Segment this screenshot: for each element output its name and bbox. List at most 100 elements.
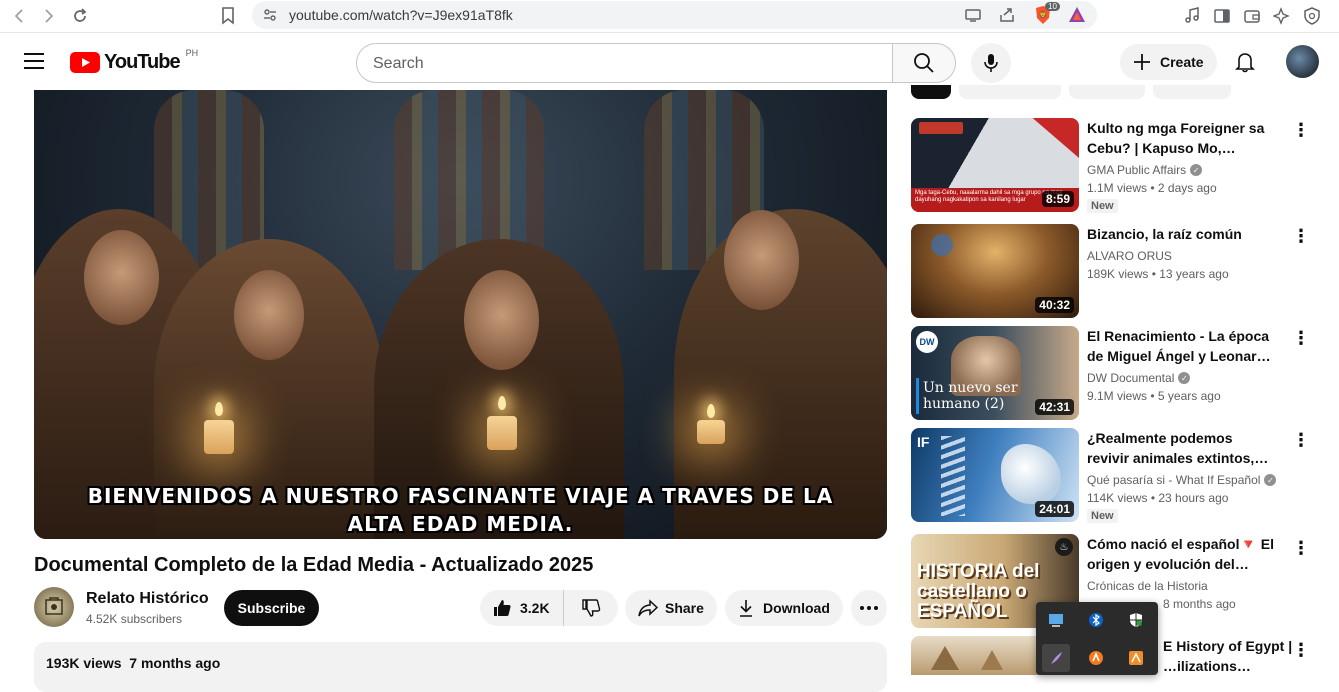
video-thumbnail[interactable]: 40:32 [911, 224, 1079, 318]
video-thumbnail[interactable]: Mga taga-Cebu, naaalarma dahil sa mga gr… [911, 118, 1079, 212]
recommended-video[interactable]: 40:32 Bizancio, la raíz común ALVARO ORU… [911, 224, 1331, 318]
menu-icon[interactable] [22, 51, 46, 76]
youtube-logo[interactable]: YouTube PH [70, 48, 198, 74]
svg-text:🦁: 🦁 [1039, 10, 1048, 19]
account-avatar[interactable] [1286, 45, 1319, 78]
video-subtitle: BIENVENIDOS A NUESTRO FASCINANTE VIAJE A… [87, 484, 834, 536]
video-thumbnail[interactable]: IF 24:01 [911, 428, 1079, 522]
reload-icon[interactable] [68, 4, 92, 28]
video-title[interactable]: El Renacimiento - La época de Miguel Áng… [1087, 326, 1277, 366]
view-count: 1.1M views [1087, 181, 1148, 195]
create-button[interactable]: Create [1120, 44, 1217, 80]
view-count: 114K views [1087, 491, 1148, 505]
candle-flame [498, 396, 506, 410]
more-vertical-icon[interactable]: ⋮ [1291, 538, 1311, 558]
bookmark-icon[interactable] [216, 4, 240, 28]
video-title[interactable]: ¿Realmente podemos revivir animales exti… [1087, 428, 1277, 468]
thumbnail-banner [1032, 118, 1079, 158]
bluetooth-icon[interactable] [1082, 606, 1110, 634]
candle-flame [707, 404, 715, 418]
site-settings-icon[interactable] [262, 7, 278, 28]
monk-face [724, 210, 799, 310]
download-button[interactable]: Download [725, 590, 843, 626]
more-actions-button[interactable] [851, 590, 887, 626]
brave-shields-icon[interactable]: 🦁 10 [1032, 2, 1060, 31]
channel-name[interactable]: ALVARO ORUS [1087, 249, 1172, 263]
recommended-video[interactable]: Mga taga-Cebu, naaalarma dahil sa mga gr… [911, 118, 1331, 213]
forward-icon[interactable] [36, 4, 60, 28]
search-box[interactable] [356, 43, 894, 83]
create-label: Create [1160, 54, 1204, 70]
candle [204, 420, 234, 454]
more-vertical-icon[interactable]: ⋮ [1291, 120, 1311, 140]
verified-check-icon: ✓ [1264, 474, 1277, 486]
share-page-icon[interactable] [998, 6, 1016, 29]
search-icon [914, 53, 934, 73]
recommended-video[interactable]: IF 24:01 ¿Realmente podemos revivir anim… [911, 428, 1331, 523]
video-meta: 114K views • 23 hours ago [1087, 491, 1229, 505]
recommended-video[interactable]: DW Un nuevo ser humano (2) 42:31 El Rena… [911, 326, 1331, 420]
dna-helix-icon [941, 436, 965, 516]
video-title[interactable]: Bizancio, la raíz común [1087, 224, 1277, 244]
video-player[interactable]: BIENVENIDOS A NUESTRO FASCINANTE VIAJE A… [34, 90, 887, 539]
thumbnail-caption: Un nuevo ser humano (2) [923, 380, 1018, 412]
logo-text: YouTube [104, 51, 181, 73]
chip-all[interactable] [911, 85, 951, 99]
channel-name[interactable]: Relato Histórico [86, 590, 209, 608]
search-button[interactable] [892, 43, 956, 83]
feather-app-icon[interactable] [1042, 644, 1070, 672]
like-count: 3.2K [520, 600, 550, 616]
channel-line: Qué pasaría si - What If Español ✓ [1087, 473, 1277, 487]
more-vertical-icon[interactable]: ⋮ [1291, 328, 1311, 348]
video-title[interactable]: Cómo nació el español🔻 El origen y evolu… [1087, 534, 1277, 574]
chip[interactable] [1069, 85, 1145, 99]
url-text[interactable]: youtube.com/watch?v=J9ex91aT8fk [289, 7, 513, 23]
more-vertical-icon[interactable]: ⋮ [1291, 640, 1311, 660]
video-duration: 8:59 [1041, 191, 1074, 207]
dislike-button[interactable] [564, 590, 618, 626]
channel-name[interactable]: Qué pasaría si - What If Español [1087, 473, 1260, 487]
avast-icon[interactable] [1082, 644, 1110, 672]
cast-icon[interactable] [964, 6, 982, 29]
update-app-icon[interactable] [1122, 644, 1150, 672]
subscriber-count: 4.52K subscribers [86, 612, 183, 626]
video-duration: 24:01 [1035, 501, 1074, 517]
subscribe-button[interactable]: Subscribe [224, 590, 319, 626]
sidebar-icon[interactable] [1211, 5, 1233, 27]
upload-age: 8 months ago [1163, 597, 1236, 611]
channel-name[interactable]: GMA Public Affairs [1087, 163, 1186, 177]
wallet-icon[interactable] [1241, 5, 1263, 27]
back-icon[interactable] [8, 4, 32, 28]
pyramid-icon [981, 650, 1003, 670]
candle [487, 416, 517, 450]
channel-line: DW Documental ✓ [1087, 371, 1191, 385]
voice-search-button[interactable] [971, 43, 1011, 83]
channel-logo-icon [45, 597, 63, 615]
vpn-shield-icon[interactable] [1301, 5, 1323, 27]
video-title[interactable]: Kulto ng mga Foreigner sa Cebu? | Kapuso… [1087, 118, 1277, 158]
security-shield-icon[interactable] [1122, 606, 1150, 634]
description-box[interactable]: 193K views 7 months ago [34, 642, 887, 692]
leo-ai-icon[interactable] [1271, 5, 1293, 27]
video-title[interactable]: E History of Egypt | …ilizations… [1163, 636, 1293, 676]
address-bar[interactable]: youtube.com/watch?v=J9ex91aT8fk 🦁 10 [252, 1, 1097, 29]
channel-avatar[interactable] [34, 587, 74, 627]
chip[interactable] [959, 85, 1061, 99]
media-icon[interactable] [1181, 5, 1203, 27]
network-monitor-icon[interactable] [1042, 606, 1070, 634]
video-thumbnail[interactable]: DW Un nuevo ser humano (2) 42:31 [911, 326, 1079, 420]
brave-rewards-icon[interactable] [1067, 5, 1087, 30]
upload-age: 5 years ago [1157, 389, 1221, 403]
search-input[interactable] [373, 53, 873, 75]
upload-age: 7 months ago [129, 655, 221, 671]
channel-name[interactable]: Crónicas de la Historia [1087, 579, 1208, 593]
notifications-button[interactable] [1228, 45, 1262, 79]
share-button[interactable]: Share [625, 590, 717, 626]
chip[interactable] [1153, 85, 1231, 99]
channel-line: ALVARO ORUS [1087, 249, 1172, 263]
more-vertical-icon[interactable]: ⋮ [1291, 226, 1311, 246]
channel-name[interactable]: DW Documental [1087, 371, 1174, 385]
like-button[interactable]: 3.2K [480, 590, 564, 626]
more-vertical-icon[interactable]: ⋮ [1291, 430, 1311, 450]
thumbs-up-icon [494, 600, 511, 616]
